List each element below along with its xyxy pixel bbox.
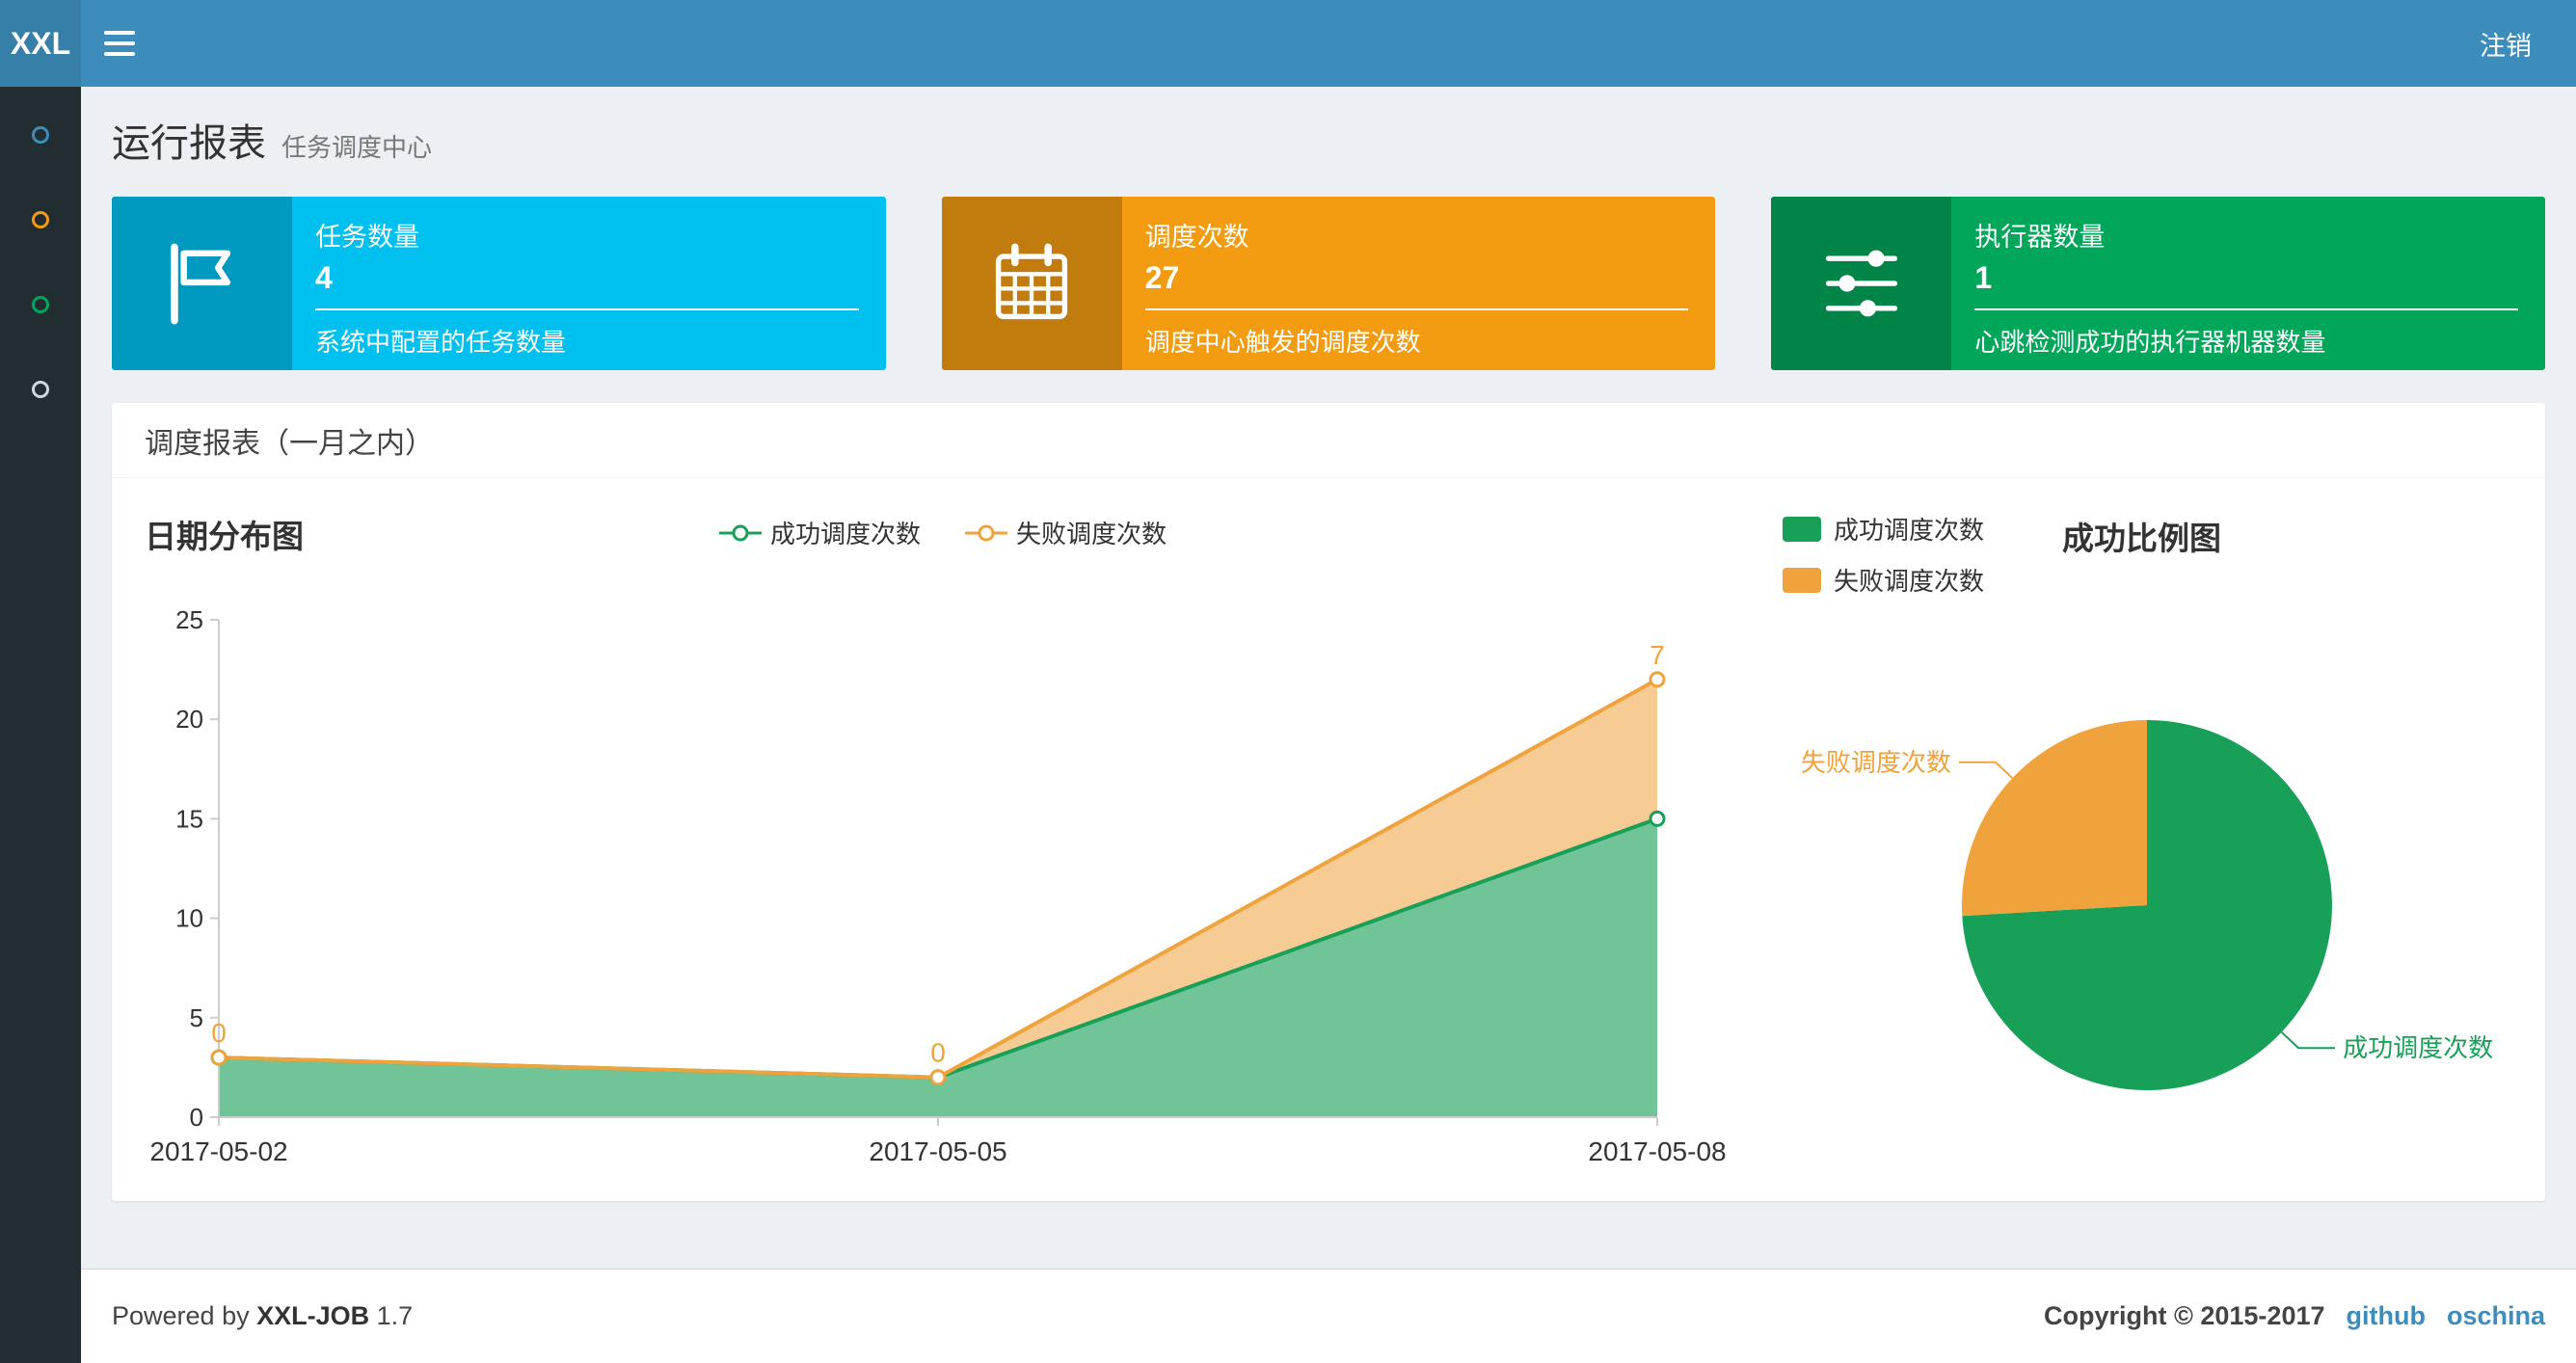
powered-by: Powered by XXL-JOB 1.7 [112,1301,413,1331]
divider [315,308,859,310]
sidebar-item-2[interactable] [0,177,81,262]
page-footer: Powered by XXL-JOB 1.7 Copyright © 2015-… [81,1269,2576,1363]
info-box-description: 系统中配置的任务数量 [315,328,567,357]
top-navbar: XXL 注销 [0,0,2576,87]
svg-text:2017-05-08: 2017-05-08 [1588,1136,1726,1166]
info-box-jobs: 任务数量 4 系统中配置的任务数量 [112,197,886,370]
line-legend-icon [718,524,762,541]
sidebar-item-4[interactable] [0,347,81,432]
svg-text:2017-05-02: 2017-05-02 [149,1136,287,1166]
legend-item-success[interactable]: 成功调度次数 [718,515,921,550]
svg-text:15: 15 [175,804,203,833]
circle-icon [32,381,49,398]
svg-text:25: 25 [175,605,203,634]
line-chart-legend: 成功调度次数 失败调度次数 [718,515,1167,550]
page-title: 运行报表 [112,122,266,165]
product-version: 1.7 [376,1301,414,1330]
divider [1144,308,1689,310]
circle-icon [32,211,49,228]
svg-text:2017-05-05: 2017-05-05 [869,1136,1006,1166]
line-legend-icon [965,524,1007,541]
info-box-content: 任务数量 4 系统中配置的任务数量 [292,197,886,370]
legend-label: 成功调度次数 [769,520,921,548]
svg-text:10: 10 [175,904,203,933]
calendar-icon [941,197,1122,370]
summary-boxes: 任务数量 4 系统中配置的任务数量 调度次数 27 调度中心触发的调度次数 执行… [112,197,2546,370]
github-link[interactable]: github [2347,1301,2426,1331]
oschina-link[interactable]: oschina [2447,1301,2545,1331]
success-ratio-pie-chart: 成功调度次数 失败调度次数 [1801,720,2493,1090]
svg-text:5: 5 [190,1003,203,1032]
info-box-value: 27 [1144,260,1180,295]
svg-text:0: 0 [211,1018,227,1048]
info-box-label: 执行器数量 [1974,223,2106,252]
panel-body: 日期分布图 成功调度次数 失败调度次数 0 5 10 15 20 25 2017… [112,478,2545,1201]
svg-text:成功调度次数: 成功调度次数 [2343,1033,2493,1062]
hamburger-icon [104,52,135,56]
svg-text:20: 20 [175,705,203,734]
info-box-value: 1 [1974,260,1993,295]
logout-link[interactable]: 注销 [2480,25,2532,63]
footer-right: Copyright © 2015-2017 github oschina [2044,1301,2545,1331]
legend-item-fail[interactable]: 失败调度次数 [965,515,1167,550]
hamburger-icon [104,41,135,45]
content-wrapper: 运行报表 任务调度中心 任务数量 4 系统中配置的任务数量 调度次数 27 调度… [81,0,2576,1363]
line-chart-title: 日期分布图 [145,519,304,554]
panel-title: 调度报表（一月之内） [112,403,2545,478]
svg-text:失败调度次数: 失败调度次数 [1801,748,1951,777]
report-panel: 调度报表（一月之内） 日期分布图 成功调度次数 失败调度次数 0 5 10 15… [112,403,2545,1201]
info-box-content: 调度次数 27 调度中心触发的调度次数 [1122,197,1716,370]
svg-text:0: 0 [930,1038,946,1068]
page-subtitle: 任务调度中心 [282,133,433,162]
powered-prefix: Powered by [112,1301,250,1330]
sidebar-item-1[interactable] [0,93,81,177]
svg-text:0: 0 [190,1103,203,1132]
circle-icon [32,296,49,313]
info-box-label: 调度次数 [1144,223,1249,252]
circle-icon [32,126,49,144]
app-logo[interactable]: XXL [0,0,81,87]
sliders-icon [1771,197,1952,370]
copyright-text: Copyright © 2015-2017 [2043,1301,2325,1330]
main-content: 运行报表 任务调度中心 任务数量 4 系统中配置的任务数量 调度次数 27 调度… [81,87,2576,1201]
flag-icon [112,197,292,370]
page-header: 运行报表 任务调度中心 [112,112,2545,168]
svg-text:7: 7 [1650,640,1665,670]
info-box-description: 心跳检测成功的执行器机器数量 [1974,328,2326,357]
divider [1974,308,2519,310]
hamburger-icon [104,31,135,35]
info-box-executors: 执行器数量 1 心跳检测成功的执行器机器数量 [1771,197,2546,370]
collapsed-sidebar [0,87,81,1363]
topbar-right: 注销 [2480,0,2576,87]
product-name: XXL-JOB [256,1301,370,1330]
info-box-content: 执行器数量 1 心跳检测成功的执行器机器数量 [1951,197,2545,370]
sidebar-toggle-button[interactable] [81,0,158,87]
sidebar-item-3[interactable] [0,262,81,347]
info-box-value: 4 [315,260,333,295]
info-box-description: 调度中心触发的调度次数 [1144,328,1421,357]
date-distribution-area-chart: 05101520252017-05-02 2017-05-05 2017-05-08… [149,605,1726,1166]
info-box-triggers: 调度次数 27 调度中心触发的调度次数 [941,197,1716,370]
info-box-label: 任务数量 [315,223,419,252]
legend-label: 失败调度次数 [1016,520,1167,548]
